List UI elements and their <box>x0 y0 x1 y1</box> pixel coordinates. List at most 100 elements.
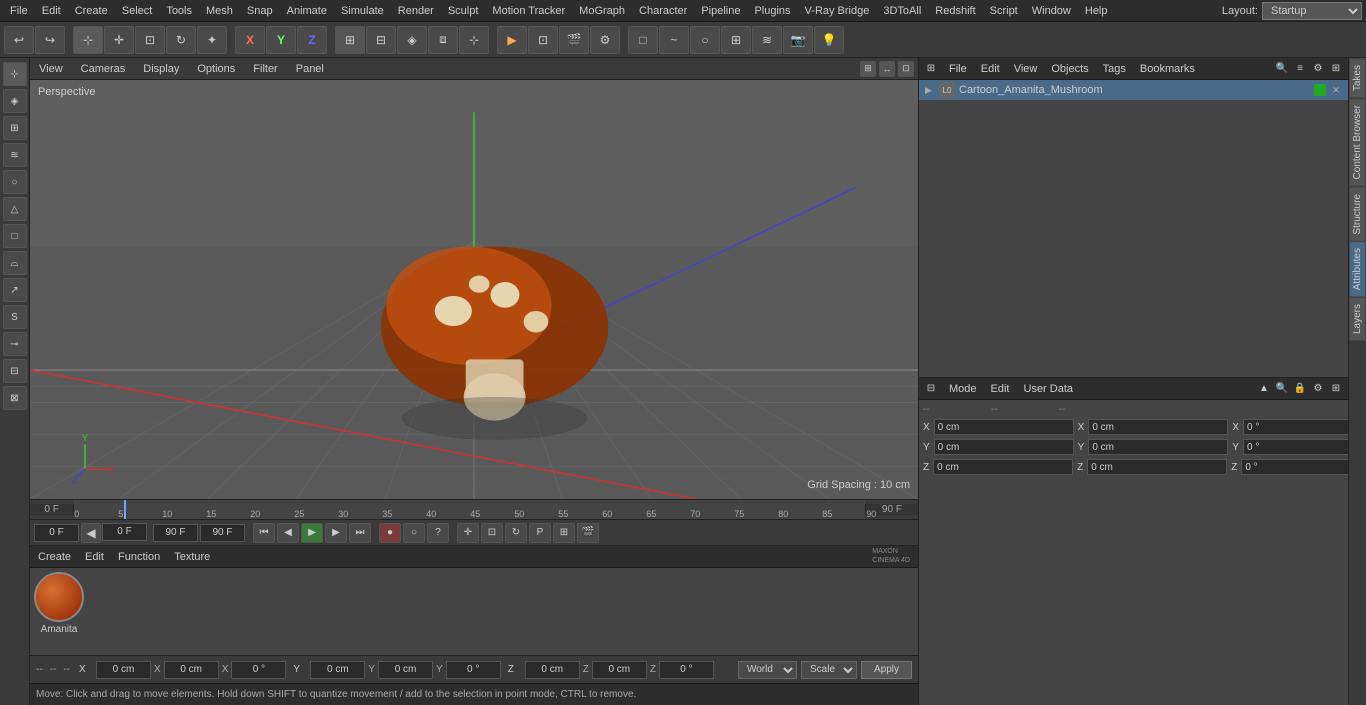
menu-pipeline[interactable]: Pipeline <box>695 3 746 19</box>
frame-preview-max[interactable] <box>153 524 198 542</box>
obj-color-mushroom[interactable] <box>1314 84 1326 96</box>
camera-button[interactable]: 📷 <box>783 26 813 54</box>
coord-y-rot[interactable] <box>446 661 501 679</box>
record-button[interactable]: ● <box>379 523 401 543</box>
param-button[interactable]: P <box>529 523 551 543</box>
scale-button[interactable]: ⊡ <box>135 26 165 54</box>
menu-render[interactable]: Render <box>392 3 440 19</box>
menu-tools[interactable]: Tools <box>160 3 198 19</box>
menu-help[interactable]: Help <box>1079 3 1114 19</box>
sidebar-btn-8[interactable]: ⌓ <box>3 251 27 275</box>
attributes-settings-icon[interactable]: ⚙ <box>1310 381 1326 397</box>
timeline[interactable]: 0 F 0 5 10 15 20 25 30 35 40 45 50 55 60… <box>30 499 918 519</box>
deformer-button[interactable]: ≋ <box>752 26 782 54</box>
attributes-up-icon[interactable]: ▲ <box>1256 381 1272 397</box>
viewport-view-menu[interactable]: View <box>34 62 68 76</box>
attr-x-size[interactable] <box>1088 419 1228 435</box>
attr-z-pos[interactable] <box>933 459 1073 475</box>
menu-snap[interactable]: Snap <box>241 3 279 19</box>
menu-file[interactable]: File <box>4 3 34 19</box>
menu-3dtoall[interactable]: 3DToAll <box>877 3 927 19</box>
tab-content-browser[interactable]: Content Browser <box>1349 98 1366 186</box>
sidebar-btn-7[interactable]: □ <box>3 224 27 248</box>
menu-redshift[interactable]: Redshift <box>929 3 981 19</box>
coord-x-size[interactable] <box>164 661 219 679</box>
prev-frame-button[interactable]: ◀ <box>277 523 299 543</box>
objects-view-menu[interactable]: View <box>1010 61 1042 77</box>
bottom-texture-menu[interactable]: Texture <box>170 549 214 565</box>
sidebar-btn-12[interactable]: ⊟ <box>3 359 27 383</box>
frame-start-input[interactable] <box>34 524 79 542</box>
menu-create[interactable]: Create <box>69 3 114 19</box>
vp-icon-3[interactable]: ⊡ <box>898 61 914 77</box>
record-toggle[interactable]: ○ <box>403 523 425 543</box>
sidebar-btn-3[interactable]: ⊞ <box>3 116 27 140</box>
record-help[interactable]: ? <box>427 523 449 543</box>
rotate-keys-button[interactable]: ↻ <box>505 523 527 543</box>
attributes-edit-menu[interactable]: Edit <box>987 381 1014 397</box>
objects-bookmarks-menu[interactable]: Bookmarks <box>1136 61 1199 77</box>
light-button[interactable]: 💡 <box>814 26 844 54</box>
nurbs-button[interactable]: ○ <box>690 26 720 54</box>
objects-search-icon[interactable]: 🔍 <box>1274 61 1290 77</box>
viewport-options-menu[interactable]: Options <box>192 62 240 76</box>
keyframe-button[interactable]: ⊞ <box>553 523 575 543</box>
render-to-po-button[interactable]: 🎬 <box>559 26 589 54</box>
object-row-mushroom[interactable]: ▶ L0 Cartoon_Amanita_Mushroom ✕ <box>919 80 1348 100</box>
viewport[interactable]: Perspective Grid Spacing : 10 cm X Y Z <box>30 80 918 499</box>
sidebar-btn-9[interactable]: ↗ <box>3 278 27 302</box>
coord-y-pos[interactable] <box>310 661 365 679</box>
apply-button[interactable]: Apply <box>861 661 912 679</box>
bottom-edit-menu[interactable]: Edit <box>81 549 108 565</box>
objects-file-menu[interactable]: File <box>945 61 971 77</box>
go-last-button[interactable]: ⏭ <box>349 523 371 543</box>
objects-settings-icon[interactable]: ⚙ <box>1310 61 1326 77</box>
polygon-mode-button[interactable]: ◈ <box>397 26 427 54</box>
add-button[interactable]: ✦ <box>197 26 227 54</box>
x-axis-button[interactable]: X <box>235 26 265 54</box>
bottom-create-menu[interactable]: Create <box>34 549 75 565</box>
sidebar-btn-10[interactable]: S <box>3 305 27 329</box>
menu-character[interactable]: Character <box>633 3 693 19</box>
viewport-panel-menu[interactable]: Panel <box>291 62 329 76</box>
attributes-userdata-menu[interactable]: User Data <box>1020 381 1078 397</box>
material-thumbnail[interactable] <box>34 572 84 622</box>
sidebar-btn-1[interactable]: ⊹ <box>3 62 27 86</box>
select-model-button[interactable]: ⊹ <box>73 26 103 54</box>
attributes-lock-icon[interactable]: 🔒 <box>1292 381 1308 397</box>
menu-animate[interactable]: Animate <box>281 3 333 19</box>
menu-motion-tracker[interactable]: Motion Tracker <box>486 3 571 19</box>
sidebar-btn-2[interactable]: ◈ <box>3 89 27 113</box>
objects-objects-menu[interactable]: Objects <box>1047 61 1092 77</box>
sidebar-btn-5[interactable]: ○ <box>3 170 27 194</box>
world-select[interactable]: World Object <box>738 661 797 679</box>
render-region-button[interactable]: ⊡ <box>528 26 558 54</box>
objects-edit-menu[interactable]: Edit <box>977 61 1004 77</box>
viewport-filter-menu[interactable]: Filter <box>248 62 282 76</box>
attributes-expand-icon[interactable]: ⊞ <box>1328 381 1344 397</box>
coord-x-rot[interactable] <box>231 661 286 679</box>
undo-button[interactable]: ↩ <box>4 26 34 54</box>
objects-filter-icon[interactable]: ≡ <box>1292 61 1308 77</box>
menu-plugins[interactable]: Plugins <box>748 3 796 19</box>
menu-window[interactable]: Window <box>1026 3 1077 19</box>
menu-vray[interactable]: V-Ray Bridge <box>799 3 876 19</box>
attr-y-pos[interactable] <box>934 439 1074 455</box>
obj-close-mushroom[interactable]: ✕ <box>1330 84 1342 96</box>
point-mode-button[interactable]: ⊹ <box>459 26 489 54</box>
z-axis-button[interactable]: Z <box>297 26 327 54</box>
array-button[interactable]: ⊞ <box>721 26 751 54</box>
scene-mode-button[interactable]: ⊟ <box>366 26 396 54</box>
next-frame-button[interactable]: ▶ <box>325 523 347 543</box>
sidebar-btn-13[interactable]: ⊠ <box>3 386 27 410</box>
animation-mode-button[interactable]: 🎬 <box>577 523 599 543</box>
move-keys-button[interactable]: ✛ <box>457 523 479 543</box>
viewport-display-menu[interactable]: Display <box>138 62 184 76</box>
scale-select[interactable]: Scale <box>801 661 857 679</box>
play-button[interactable]: ▶ <box>301 523 323 543</box>
y-axis-button[interactable]: Y <box>266 26 296 54</box>
sidebar-btn-6[interactable]: △ <box>3 197 27 221</box>
tab-structure[interactable]: Structure <box>1349 187 1366 242</box>
menu-sculpt[interactable]: Sculpt <box>442 3 485 19</box>
objects-expand-icon[interactable]: ⊞ <box>1328 61 1344 77</box>
